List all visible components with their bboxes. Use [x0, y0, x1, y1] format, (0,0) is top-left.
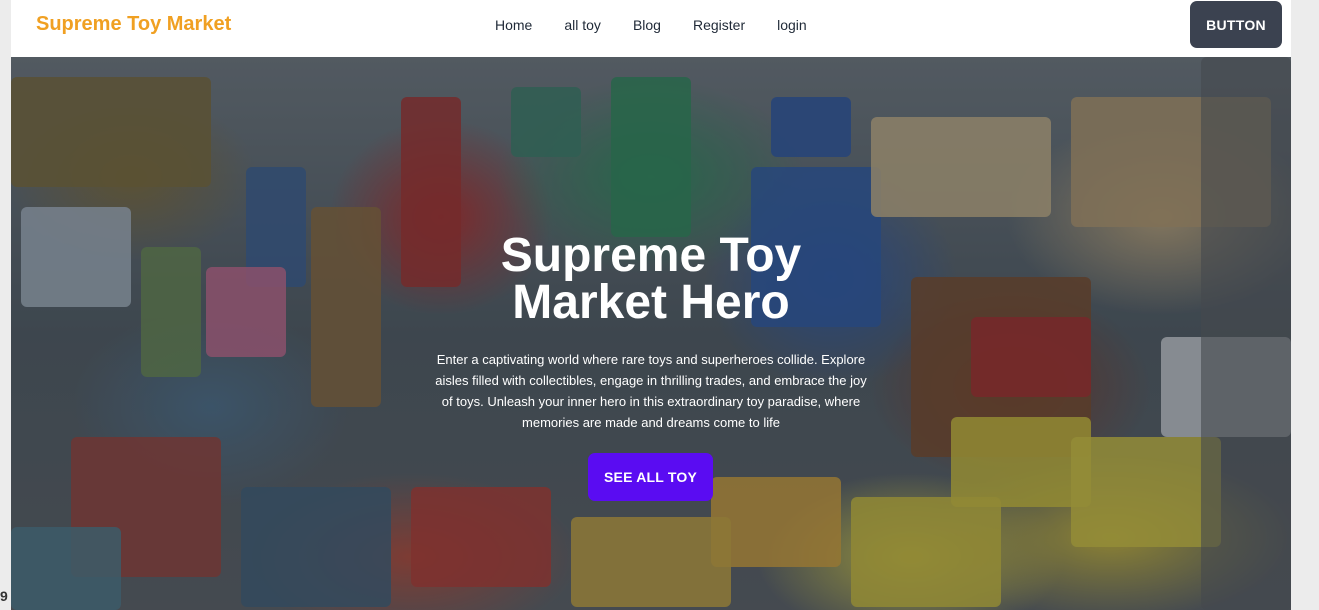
hero-section: Supreme Toy Market Hero Enter a captivat…: [11, 57, 1291, 610]
see-all-toy-button[interactable]: SEE ALL TOY: [588, 453, 713, 501]
nav-link-register[interactable]: Register: [693, 17, 745, 33]
hero-description: Enter a captivating world where rare toy…: [435, 352, 867, 430]
hero-overlay: [11, 57, 1291, 610]
page: Supreme Toy Market Home all toy Blog Reg…: [11, 0, 1291, 610]
navbar: Supreme Toy Market Home all toy Blog Reg…: [11, 0, 1291, 57]
nav-link-login[interactable]: login: [777, 17, 807, 33]
hero-title: Supreme Toy Market Hero: [500, 229, 802, 329]
nav-link-home[interactable]: Home: [495, 17, 532, 33]
brand-logo-link[interactable]: Supreme Toy Market: [36, 13, 231, 36]
nav-link-blog[interactable]: Blog: [633, 17, 661, 33]
nav-button[interactable]: BUTTON: [1190, 1, 1282, 48]
nav-link-all-toy[interactable]: all toy: [564, 17, 601, 33]
edge-mark: 9: [0, 588, 8, 604]
nav-links: Home all toy Blog Register login: [495, 17, 807, 33]
